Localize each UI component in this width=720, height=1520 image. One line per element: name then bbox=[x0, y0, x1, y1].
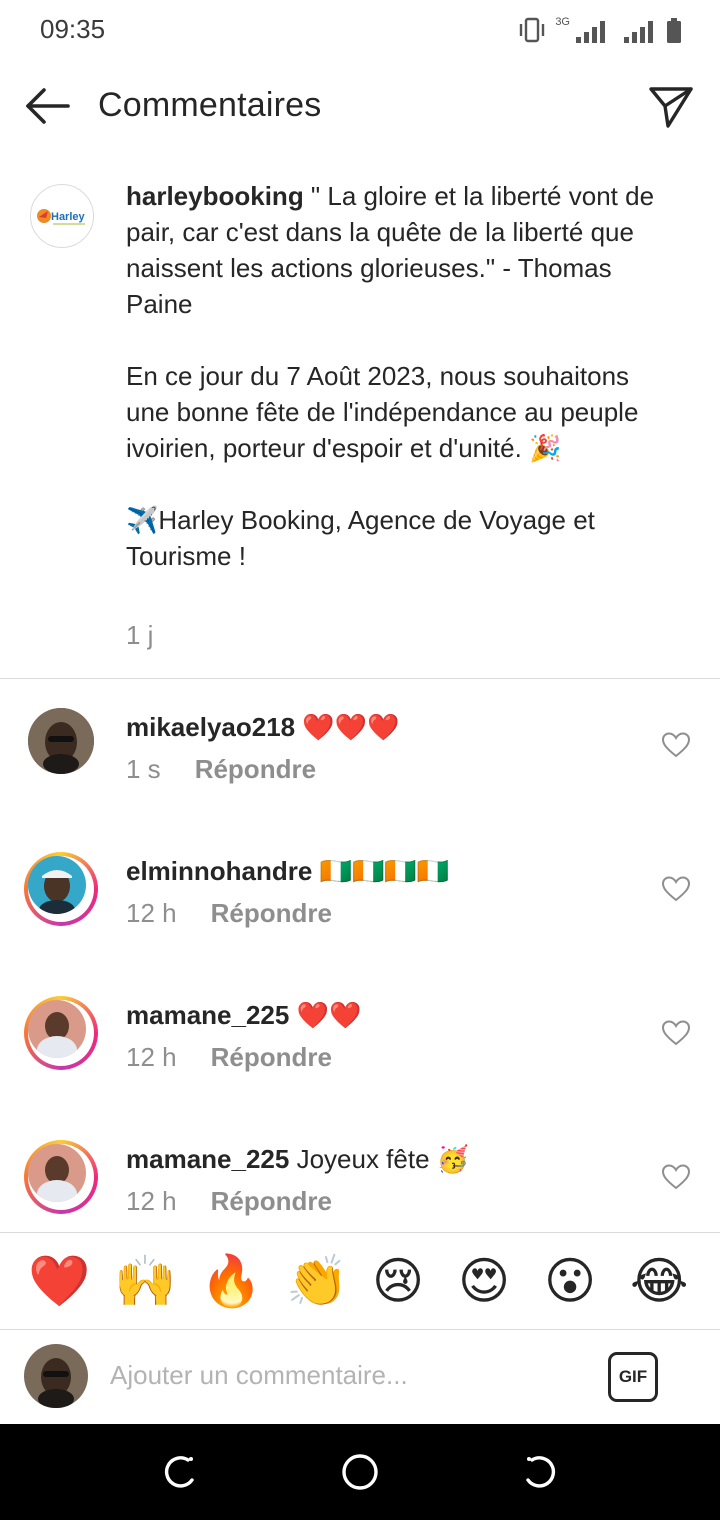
vibrate-icon bbox=[520, 17, 545, 43]
caption-body: " La gloire et la liberté vont de pair, … bbox=[126, 181, 655, 571]
comment-text: mikaelyao218 ❤️❤️❤️ bbox=[126, 710, 399, 744]
reply-button[interactable]: Répondre bbox=[211, 1042, 332, 1073]
network-type: 3G bbox=[555, 16, 570, 28]
emoji-heart-button[interactable]: ❤️ bbox=[28, 1251, 90, 1311]
emoji-fire-button[interactable]: 🔥 bbox=[200, 1251, 262, 1311]
recent-apps-icon[interactable] bbox=[520, 1452, 560, 1492]
battery-icon bbox=[667, 18, 681, 43]
avatar[interactable] bbox=[24, 996, 98, 1070]
avatar[interactable]: Harley bbox=[30, 184, 94, 248]
caption-text: harleybooking " La gloire et la liberté … bbox=[126, 178, 656, 574]
profile-photo bbox=[28, 1144, 86, 1202]
comment-body: ❤️❤️❤️ bbox=[295, 712, 400, 742]
avatar[interactable] bbox=[28, 708, 94, 774]
emoji-heart-eyes-button[interactable]: 😍 bbox=[458, 1251, 510, 1311]
avatar[interactable] bbox=[24, 852, 98, 926]
back-icon[interactable] bbox=[160, 1452, 200, 1492]
emoji-surprised-button[interactable]: 😮 bbox=[544, 1251, 596, 1311]
comment-time: 12 h bbox=[126, 1042, 177, 1072]
avatar bbox=[24, 1344, 88, 1408]
top-app-bar: Commentaires bbox=[0, 64, 720, 148]
status-icons: 3G bbox=[519, 16, 682, 44]
caption-username[interactable]: harleybooking bbox=[126, 181, 304, 211]
status-time: 09:35 bbox=[40, 14, 106, 44]
comment-body: Joyeux fête 🥳 bbox=[289, 1144, 470, 1174]
page-title: Commentaires bbox=[98, 86, 322, 124]
system-nav-bar bbox=[0, 1424, 720, 1520]
harley-logo: Harley bbox=[37, 209, 86, 225]
avatar[interactable] bbox=[24, 1140, 98, 1214]
emoji-quick-bar: ❤️ 🙌 🔥 👏 😢 😍 😮 😂 bbox=[0, 1232, 720, 1330]
profile-photo bbox=[28, 1000, 86, 1058]
gif-button[interactable]: GIF bbox=[608, 1352, 658, 1402]
comment-username[interactable]: elminnohandre bbox=[126, 856, 312, 886]
comment-meta: 12 h Répondre bbox=[126, 1186, 332, 1217]
emoji-clap-button[interactable]: 👏 bbox=[286, 1251, 348, 1311]
comment-meta: 1 s Répondre bbox=[126, 754, 316, 785]
arrow-left-icon[interactable] bbox=[24, 86, 72, 126]
comment-body: 🇨🇮🇨🇮🇨🇮🇨🇮 bbox=[312, 856, 450, 886]
home-icon[interactable] bbox=[340, 1452, 380, 1492]
reply-button[interactable]: Répondre bbox=[211, 1186, 332, 1217]
reply-button[interactable]: Répondre bbox=[211, 898, 332, 929]
profile-photo bbox=[28, 708, 94, 774]
emoji-raised-hands-button[interactable]: 🙌 bbox=[114, 1251, 176, 1311]
comment-username[interactable]: mamane_225 bbox=[126, 1144, 289, 1174]
comment-composer: Ajouter un commentaire... GIF bbox=[0, 1330, 720, 1424]
comment-item: elminnohandre 🇨🇮🇨🇮🇨🇮🇨🇮 12 h Répondre bbox=[0, 848, 720, 968]
comment-item: mikaelyao218 ❤️❤️❤️ 1 s Répondre bbox=[0, 704, 720, 824]
comment-username[interactable]: mamane_225 bbox=[126, 1000, 289, 1030]
divider bbox=[0, 678, 720, 679]
comment-meta: 12 h Répondre bbox=[126, 1042, 332, 1073]
comment-text: elminnohandre 🇨🇮🇨🇮🇨🇮🇨🇮 bbox=[126, 854, 449, 888]
comment-item: mamane_225 ❤️❤️ 12 h Répondre bbox=[0, 992, 720, 1112]
comment-time: 12 h bbox=[126, 1186, 177, 1216]
profile-photo bbox=[24, 1344, 88, 1408]
reply-button[interactable]: Répondre bbox=[195, 754, 316, 785]
profile-photo bbox=[28, 856, 86, 914]
emoji-crying-button[interactable]: 😢 bbox=[372, 1251, 424, 1311]
comment-text: mamane_225 Joyeux fête 🥳 bbox=[126, 1142, 469, 1176]
comment-text: mamane_225 ❤️❤️ bbox=[126, 998, 361, 1032]
comment-meta: 12 h Répondre bbox=[126, 898, 332, 929]
comment-body: ❤️❤️ bbox=[289, 1000, 362, 1030]
signal-icon bbox=[576, 21, 605, 43]
signal-icon-2 bbox=[624, 21, 653, 43]
comment-username[interactable]: mikaelyao218 bbox=[126, 712, 295, 742]
heart-outline-icon[interactable] bbox=[662, 876, 690, 902]
post-caption: Harley harleybooking " La gloire et la l… bbox=[0, 170, 720, 678]
heart-outline-icon[interactable] bbox=[662, 1164, 690, 1190]
heart-outline-icon[interactable] bbox=[662, 732, 690, 758]
heart-outline-icon[interactable] bbox=[662, 1020, 690, 1046]
comment-time: 12 h bbox=[126, 898, 177, 928]
comment-time: 1 s bbox=[126, 754, 161, 784]
svg-text:Harley: Harley bbox=[51, 211, 86, 223]
comment-input[interactable]: Ajouter un commentaire... bbox=[110, 1360, 408, 1391]
status-bar: 09:35 3G bbox=[0, 0, 720, 64]
emoji-laughing-button[interactable]: 😂 bbox=[630, 1251, 688, 1311]
caption-time: 1 j bbox=[126, 620, 154, 650]
paper-plane-icon[interactable] bbox=[648, 84, 694, 130]
